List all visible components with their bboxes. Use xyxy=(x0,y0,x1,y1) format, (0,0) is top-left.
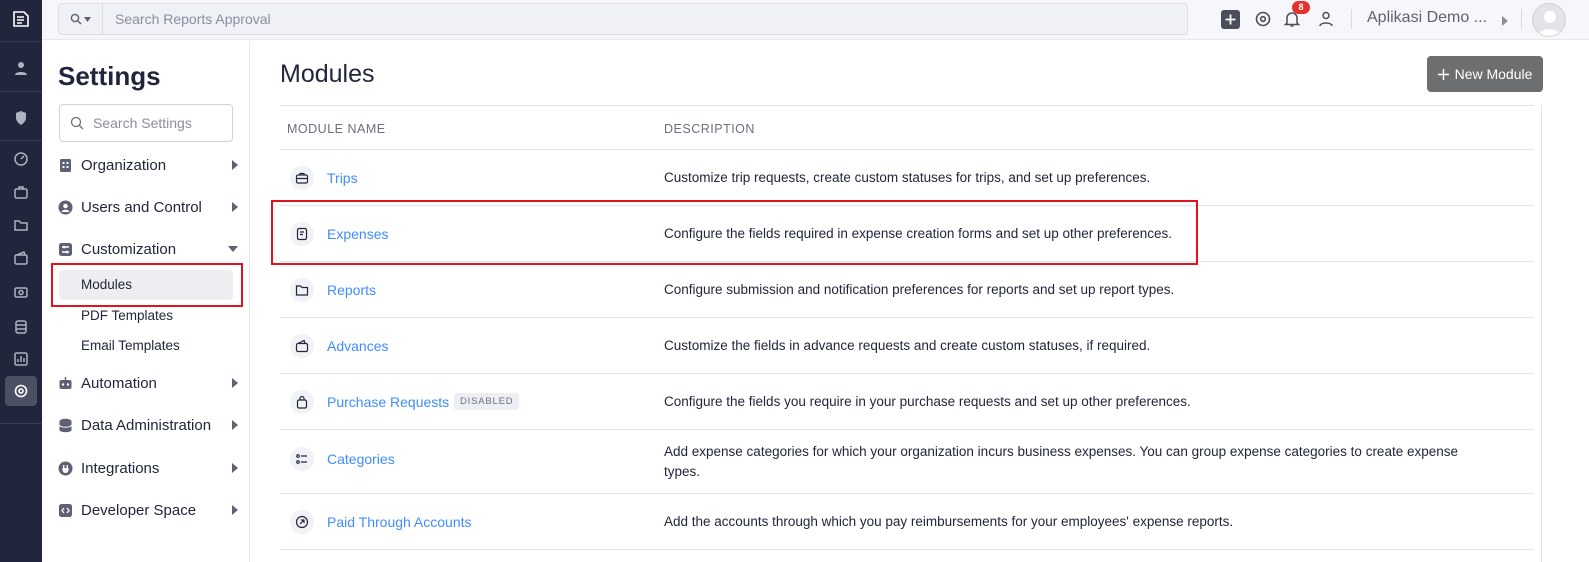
module-description: Customize the fields in advance requests… xyxy=(664,338,1151,353)
notification-badge: 8 xyxy=(1292,1,1310,14)
column-header-description: DESCRIPTION xyxy=(664,122,755,136)
shopping-bag-icon xyxy=(290,390,314,414)
folder-icon xyxy=(290,278,314,302)
module-description: Customize trip requests, create custom s… xyxy=(664,170,1151,185)
sidebar-subitem-pdf-templates[interactable]: PDF Templates xyxy=(81,308,173,323)
sidebar-item-data-administration[interactable]: Data Administration xyxy=(58,413,238,437)
table-row[interactable]: Purchase Requests DISABLED Configure the… xyxy=(280,374,1534,430)
caret-right-icon xyxy=(232,463,238,473)
camera-icon[interactable] xyxy=(5,277,37,307)
module-link-purchase-requests[interactable]: Purchase Requests xyxy=(327,394,449,410)
module-description: Add expense categories for which your or… xyxy=(664,444,1459,479)
module-link-paid-through-accounts[interactable]: Paid Through Accounts xyxy=(327,514,472,530)
caret-right-icon xyxy=(232,160,238,170)
settings-search-input[interactable] xyxy=(93,115,223,131)
caret-right-icon xyxy=(232,378,238,388)
trips-icon[interactable] xyxy=(5,177,37,207)
table-row[interactable]: Categories Add expense categories for wh… xyxy=(280,430,1534,494)
caret-down-icon xyxy=(228,246,238,252)
app-logo-icon[interactable] xyxy=(5,4,37,34)
caret-right-icon xyxy=(232,505,238,515)
top-bar: 8 Aplikasi Demo ... xyxy=(42,0,1589,40)
highlight-box-expenses xyxy=(271,200,1198,265)
settings-search xyxy=(59,104,233,142)
sidebar-item-label: Customization xyxy=(81,240,177,258)
wallet-icon[interactable] xyxy=(5,243,37,273)
settings-title: Settings xyxy=(58,61,161,91)
list-icon xyxy=(290,447,314,471)
avatar[interactable] xyxy=(1532,3,1566,37)
sidebar-item-label: Automation xyxy=(81,374,157,392)
plug-icon xyxy=(58,461,73,475)
search-icon xyxy=(70,116,84,130)
user-circle-icon xyxy=(58,200,73,214)
sliders-icon xyxy=(59,242,72,256)
analytics-icon[interactable] xyxy=(5,344,37,374)
column-header-module-name: MODULE NAME xyxy=(287,122,386,136)
scroll-track xyxy=(1541,105,1542,562)
sidebar-item-customization[interactable]: Customization xyxy=(58,237,238,261)
global-search xyxy=(58,3,1188,35)
database-icon[interactable] xyxy=(5,312,37,342)
add-icon[interactable] xyxy=(1219,8,1241,30)
badge-icon[interactable] xyxy=(5,103,37,133)
chevron-down-icon xyxy=(84,16,91,22)
module-link-reports[interactable]: Reports xyxy=(327,282,376,298)
building-icon xyxy=(60,158,71,172)
module-description: Configure submission and notification pr… xyxy=(664,282,1175,297)
new-module-label: New Module xyxy=(1454,66,1533,82)
search-icon xyxy=(70,13,82,25)
highlight-box-modules xyxy=(51,263,243,307)
module-link-advances[interactable]: Advances xyxy=(327,338,388,354)
database-icon xyxy=(59,418,72,432)
sidebar-item-label: Organization xyxy=(81,156,167,174)
sidebar-item-label: Developer Space xyxy=(81,501,197,519)
sidebar-item-label: Data Administration xyxy=(81,416,212,434)
new-module-button[interactable]: New Module xyxy=(1427,56,1543,92)
page-title: Modules xyxy=(280,60,375,88)
table-row[interactable]: Advances Customize the fields in advance… xyxy=(280,318,1534,374)
arrow-circle-icon xyxy=(290,510,314,534)
status-badge-disabled: DISABLED xyxy=(454,393,520,410)
folder-icon[interactable] xyxy=(5,210,37,240)
global-search-input[interactable] xyxy=(103,4,1187,34)
table-header: MODULE NAME DESCRIPTION xyxy=(280,105,1534,150)
plus-icon xyxy=(1437,68,1449,80)
settings-rail-icon[interactable] xyxy=(5,376,37,406)
briefcase-icon xyxy=(290,166,314,190)
table-row[interactable]: Paid Through Accounts Add the accounts t… xyxy=(280,494,1534,550)
caret-right-icon xyxy=(232,420,238,430)
team-icon[interactable] xyxy=(1315,8,1337,30)
app-rail xyxy=(0,0,42,562)
caret-right-icon[interactable] xyxy=(1502,13,1508,31)
gear-icon[interactable] xyxy=(1252,8,1274,30)
sidebar-item-organization[interactable]: Organization xyxy=(58,153,238,177)
sidebar-item-users-and-control[interactable]: Users and Control xyxy=(58,195,238,219)
module-description: Configure the fields you require in your… xyxy=(664,394,1191,409)
robot-icon xyxy=(59,376,72,389)
sidebar-item-label: Integrations xyxy=(81,459,160,477)
table-row[interactable]: Trips Customize trip requests, create cu… xyxy=(280,150,1534,206)
org-switcher-label[interactable]: Aplikasi Demo ... xyxy=(1367,9,1487,27)
search-scope-dropdown[interactable] xyxy=(59,4,103,34)
code-icon xyxy=(59,503,72,517)
module-description: Add the accounts through which you pay r… xyxy=(664,514,1234,529)
caret-right-icon xyxy=(232,202,238,212)
module-link-trips[interactable]: Trips xyxy=(327,170,358,186)
sidebar-item-automation[interactable]: Automation xyxy=(58,371,238,395)
module-link-categories[interactable]: Categories xyxy=(327,451,395,467)
sidebar-subitem-email-templates[interactable]: Email Templates xyxy=(81,338,180,353)
profile-icon[interactable] xyxy=(5,53,37,83)
sidebar-item-label: Users and Control xyxy=(81,198,202,216)
wallet-icon xyxy=(290,334,314,358)
sidebar-item-developer-space[interactable]: Developer Space xyxy=(58,498,238,522)
table-row[interactable]: Reports Configure submission and notific… xyxy=(280,262,1534,318)
dashboard-icon[interactable] xyxy=(5,144,37,174)
sidebar-item-integrations[interactable]: Integrations xyxy=(58,456,238,480)
